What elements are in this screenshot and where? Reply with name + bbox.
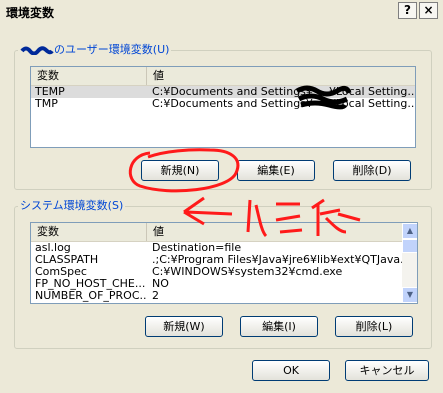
system-delete-button[interactable]: 削除(L) [335,316,413,337]
system-row[interactable]: asl.log Destination=file [31,242,403,254]
variable-value: Destination=file [152,242,242,254]
variable-value: 2 [152,290,159,302]
scroll-up-arrow-icon[interactable]: ▲ [402,223,417,239]
variable-name: ComSpec [35,266,87,278]
system-variables-list[interactable]: 変数 値 asl.log Destination=file CLASSPATH … [30,222,418,304]
variable-name: FP_NO_HOST_CHE... [35,278,146,290]
user-edit-button[interactable]: 編集(E) [237,160,315,181]
user-delete-button[interactable]: 削除(D) [333,160,411,181]
environment-variables-dialog: 環境変数 ? × のユーザー環境変数(U) 変数 値 TEMP C:¥Docum… [0,0,443,393]
system-list-scrollbar[interactable]: ▲ ▼ [402,223,417,303]
system-edit-button[interactable]: 編集(I) [240,316,318,337]
system-row[interactable]: NUMBER_OF_PROC... 2 [31,290,403,302]
redaction-scribble [295,85,352,110]
variable-name: NUMBER_OF_PROC... [35,290,147,302]
system-row[interactable]: CLASSPATH .;C:¥Program Files¥Java¥jre6¥l… [31,254,403,266]
user-variables-list[interactable]: 変数 値 TEMP C:¥Documents and Settings¥ ¥Lo… [30,66,416,148]
user-variables-label: のユーザー環境変数(U) [18,41,172,57]
system-list-header: 変数 値 [31,223,403,242]
variable-value: C:¥WINDOWS¥system32¥cmd.exe [152,266,343,278]
system-variables-label: システム環境変数(S) [18,197,126,213]
ok-button[interactable]: OK [252,360,330,381]
system-row[interactable]: FP_NO_HOST_CHE... NO [31,278,403,290]
column-header-value[interactable]: 値 [147,67,415,85]
user-list-header: 変数 値 [31,67,415,86]
column-header-variable[interactable]: 変数 [31,67,147,85]
help-button[interactable]: ? [398,2,417,19]
user-row-temp[interactable]: TEMP C:¥Documents and Settings¥ ¥Local S… [31,86,415,98]
variable-name: asl.log [35,242,71,254]
title-bar[interactable]: 環境変数 ? × [0,0,443,22]
variable-value: NO [152,278,169,290]
variable-value: .;C:¥Program Files¥Java¥jre6¥lib¥ext¥QTJ… [152,254,402,266]
variable-name: TEMP [35,86,65,98]
close-button[interactable]: × [419,2,438,19]
scroll-thumb[interactable] [402,239,417,253]
user-variables-label-text: のユーザー環境変数(U) [54,43,170,56]
cancel-button[interactable]: キャンセル [345,360,429,381]
column-header-variable[interactable]: 変数 [31,223,147,241]
variable-name: CLASSPATH [35,254,99,266]
variable-name: TMP [35,98,58,110]
scroll-down-arrow-icon[interactable]: ▼ [402,287,417,303]
user-row-tmp[interactable]: TMP C:¥Documents and Settings¥ ¥Local Se… [31,98,415,110]
window-title: 環境変数 [6,6,55,20]
column-header-value[interactable]: 値 [147,223,403,241]
user-new-button[interactable]: 新規(N) [141,160,219,181]
system-row[interactable]: ComSpec C:¥WINDOWS¥system32¥cmd.exe [31,266,403,278]
system-new-button[interactable]: 新規(W) [145,316,223,337]
variable-value: C:¥Documents and Settings¥ [152,98,313,110]
variable-value: C:¥Documents and Settings¥ [152,86,313,98]
redacted-username-scribble [20,46,54,56]
